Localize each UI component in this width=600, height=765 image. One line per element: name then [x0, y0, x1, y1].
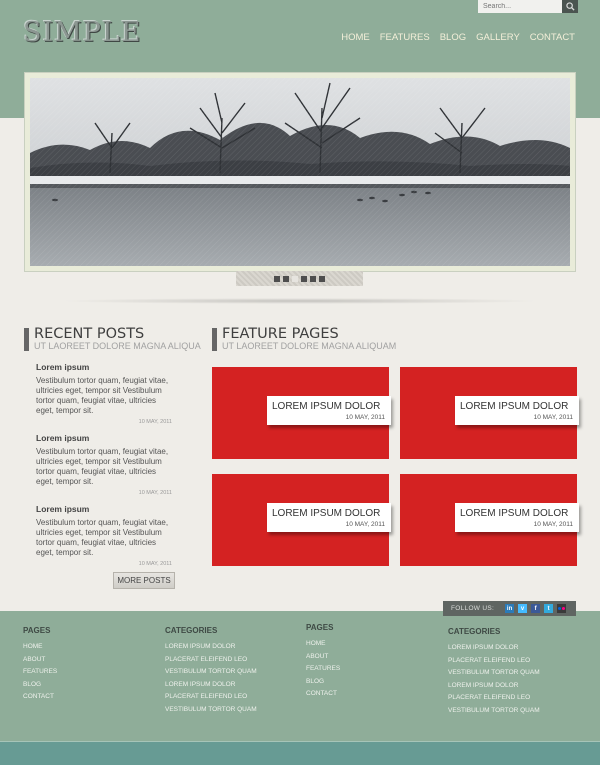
slider-pagination: [236, 271, 363, 286]
footer-link[interactable]: LOREM IPSUM DOLOR: [448, 680, 540, 693]
follow-us-label: FOLLOW US:: [451, 605, 495, 612]
recent-posts-list: Lorem ipsum Vestibulum tortor quam, feug…: [36, 362, 176, 575]
post-title[interactable]: Lorem ipsum: [36, 504, 176, 514]
post-title[interactable]: Lorem ipsum: [36, 362, 176, 372]
footer-column-categories: CATEGORIES LOREM IPSUM DOLOR PLACERAT EL…: [165, 626, 257, 716]
site-logo[interactable]: SIMPLE: [23, 17, 142, 48]
twitter-icon[interactable]: t: [544, 604, 554, 613]
copyright-band: [0, 741, 600, 765]
tile-date: 10 MAY, 2011: [533, 521, 573, 528]
post-date: 10 MAY, 2011: [138, 419, 172, 425]
footer-column-title: PAGES: [23, 626, 51, 635]
follow-us-bar: FOLLOW US: in v f t: [443, 601, 576, 616]
search-button[interactable]: [562, 0, 578, 13]
slider-dot[interactable]: [274, 275, 280, 282]
search-box: [478, 0, 578, 13]
post-date: 10 MAY, 2011: [138, 561, 172, 567]
tile-label: LOREM IPSUM DOLOR 10 MAY, 2011: [267, 396, 391, 425]
footer-link[interactable]: VESTIBULUM TORTOR QUAM: [448, 705, 540, 718]
footer-column-categories: CATEGORIES LOREM IPSUM DOLOR PLACERAT EL…: [448, 627, 540, 717]
nav-home[interactable]: HOME: [341, 32, 370, 43]
search-icon: [565, 2, 575, 11]
feature-tile[interactable]: LOREM IPSUM DOLOR 10 MAY, 2011: [400, 367, 579, 459]
post-title[interactable]: Lorem ipsum: [36, 433, 176, 443]
feature-tile[interactable]: LOREM IPSUM DOLOR 10 MAY, 2011: [212, 367, 391, 459]
footer-link[interactable]: PLACERAT ELEIFEND LEO: [448, 655, 540, 668]
footer-link[interactable]: ABOUT: [23, 654, 57, 667]
post-item: Lorem ipsum Vestibulum tortor quam, feug…: [36, 362, 176, 433]
tile-label: LOREM IPSUM DOLOR 10 MAY, 2011: [455, 503, 579, 532]
feature-tile[interactable]: LOREM IPSUM DOLOR 10 MAY, 2011: [400, 474, 579, 566]
hero-image[interactable]: [30, 78, 570, 266]
footer-column-pages: PAGES HOME ABOUT FEATURES BLOG CONTACT: [23, 626, 57, 704]
post-excerpt: Vestibulum tortor quam, feugiat vitae, u…: [36, 518, 169, 557]
tile-label: LOREM IPSUM DOLOR 10 MAY, 2011: [455, 396, 579, 425]
footer-link[interactable]: FEATURES: [306, 663, 340, 676]
tile-title: LOREM IPSUM DOLOR: [272, 401, 381, 412]
recent-posts-heading: RECENT POSTS UT LAOREET DOLORE MAGNA ALI…: [24, 326, 204, 352]
tile-title: LOREM IPSUM DOLOR: [272, 508, 381, 519]
footer-link[interactable]: CONTACT: [23, 691, 57, 704]
footer-column-pages: PAGES HOME ABOUT FEATURES BLOG CONTACT: [306, 623, 340, 701]
footer-link[interactable]: CONTACT: [306, 688, 340, 701]
search-input[interactable]: [478, 0, 562, 13]
post-excerpt: Vestibulum tortor quam, feugiat vitae, u…: [36, 447, 169, 486]
vimeo-icon[interactable]: v: [518, 604, 528, 613]
footer-link[interactable]: BLOG: [23, 679, 57, 692]
footer-link[interactable]: VESTIBULUM TORTOR QUAM: [448, 667, 540, 680]
feature-pages-subtitle: UT LAOREET DOLORE MAGNA ALIQUAM: [222, 341, 397, 351]
footer-link[interactable]: ABOUT: [306, 651, 340, 664]
heading-bar: [24, 328, 29, 351]
flickr-icon[interactable]: [557, 604, 567, 613]
slider-dot[interactable]: [301, 275, 307, 282]
footer-link[interactable]: LOREM IPSUM DOLOR: [448, 642, 540, 655]
slider-dot[interactable]: [292, 275, 298, 282]
slider-dot[interactable]: [283, 275, 289, 282]
footer-link[interactable]: PLACERAT ELEIFEND LEO: [165, 654, 257, 667]
feature-pages-heading: FEATURE PAGES UT LAOREET DOLORE MAGNA AL…: [212, 326, 412, 352]
nav-gallery[interactable]: GALLERY: [476, 32, 520, 43]
heading-bar: [212, 328, 217, 351]
post-excerpt: Vestibulum tortor quam, feugiat vitae, u…: [36, 376, 169, 415]
tile-date: 10 MAY, 2011: [345, 521, 385, 528]
section-divider: [60, 298, 540, 304]
facebook-icon[interactable]: f: [531, 604, 541, 613]
tile-title: LOREM IPSUM DOLOR: [460, 401, 569, 412]
footer-link[interactable]: BLOG: [306, 676, 340, 689]
footer-link[interactable]: HOME: [23, 641, 57, 654]
footer-column-title: CATEGORIES: [165, 626, 218, 635]
main-nav: HOME FEATURES BLOG GALLERY CONTACT: [341, 32, 575, 43]
footer-link[interactable]: LOREM IPSUM DOLOR: [165, 641, 257, 654]
flickr-dot-pink: [562, 607, 566, 610]
footer-link[interactable]: PLACERAT ELEIFEND LEO: [448, 692, 540, 705]
post-item: Lorem ipsum Vestibulum tortor quam, feug…: [36, 504, 176, 575]
footer-link[interactable]: FEATURES: [23, 666, 57, 679]
hero-slider: [24, 72, 576, 272]
footer-link[interactable]: VESTIBULUM TORTOR QUAM: [165, 704, 257, 717]
slider-dot[interactable]: [310, 275, 316, 282]
footer-column-title: PAGES: [306, 623, 334, 632]
post-date: 10 MAY, 2011: [138, 490, 172, 496]
tile-date: 10 MAY, 2011: [345, 414, 385, 421]
nav-blog[interactable]: BLOG: [440, 32, 466, 43]
recent-posts-title: RECENT POSTS: [34, 326, 145, 342]
footer-link[interactable]: HOME: [306, 638, 340, 651]
flickr-dot-blue: [558, 607, 562, 610]
feature-tile[interactable]: LOREM IPSUM DOLOR 10 MAY, 2011: [212, 474, 391, 566]
tile-title: LOREM IPSUM DOLOR: [460, 508, 569, 519]
linkedin-icon[interactable]: in: [505, 604, 515, 613]
post-item: Lorem ipsum Vestibulum tortor quam, feug…: [36, 433, 176, 504]
nav-contact[interactable]: CONTACT: [530, 32, 575, 43]
footer-column-title: CATEGORIES: [448, 627, 501, 636]
recent-posts-subtitle: UT LAOREET DOLORE MAGNA ALIQUA: [34, 341, 201, 351]
tile-label: LOREM IPSUM DOLOR 10 MAY, 2011: [267, 503, 391, 532]
footer-link[interactable]: VESTIBULUM TORTOR QUAM: [165, 666, 257, 679]
nav-features[interactable]: FEATURES: [380, 32, 430, 43]
footer-link[interactable]: LOREM IPSUM DOLOR: [165, 679, 257, 692]
more-posts-button[interactable]: MORE POSTS: [113, 572, 175, 589]
tile-date: 10 MAY, 2011: [533, 414, 573, 421]
slider-dot[interactable]: [319, 275, 325, 282]
footer-link[interactable]: PLACERAT ELEIFEND LEO: [165, 691, 257, 704]
feature-pages-title: FEATURE PAGES: [222, 326, 339, 342]
